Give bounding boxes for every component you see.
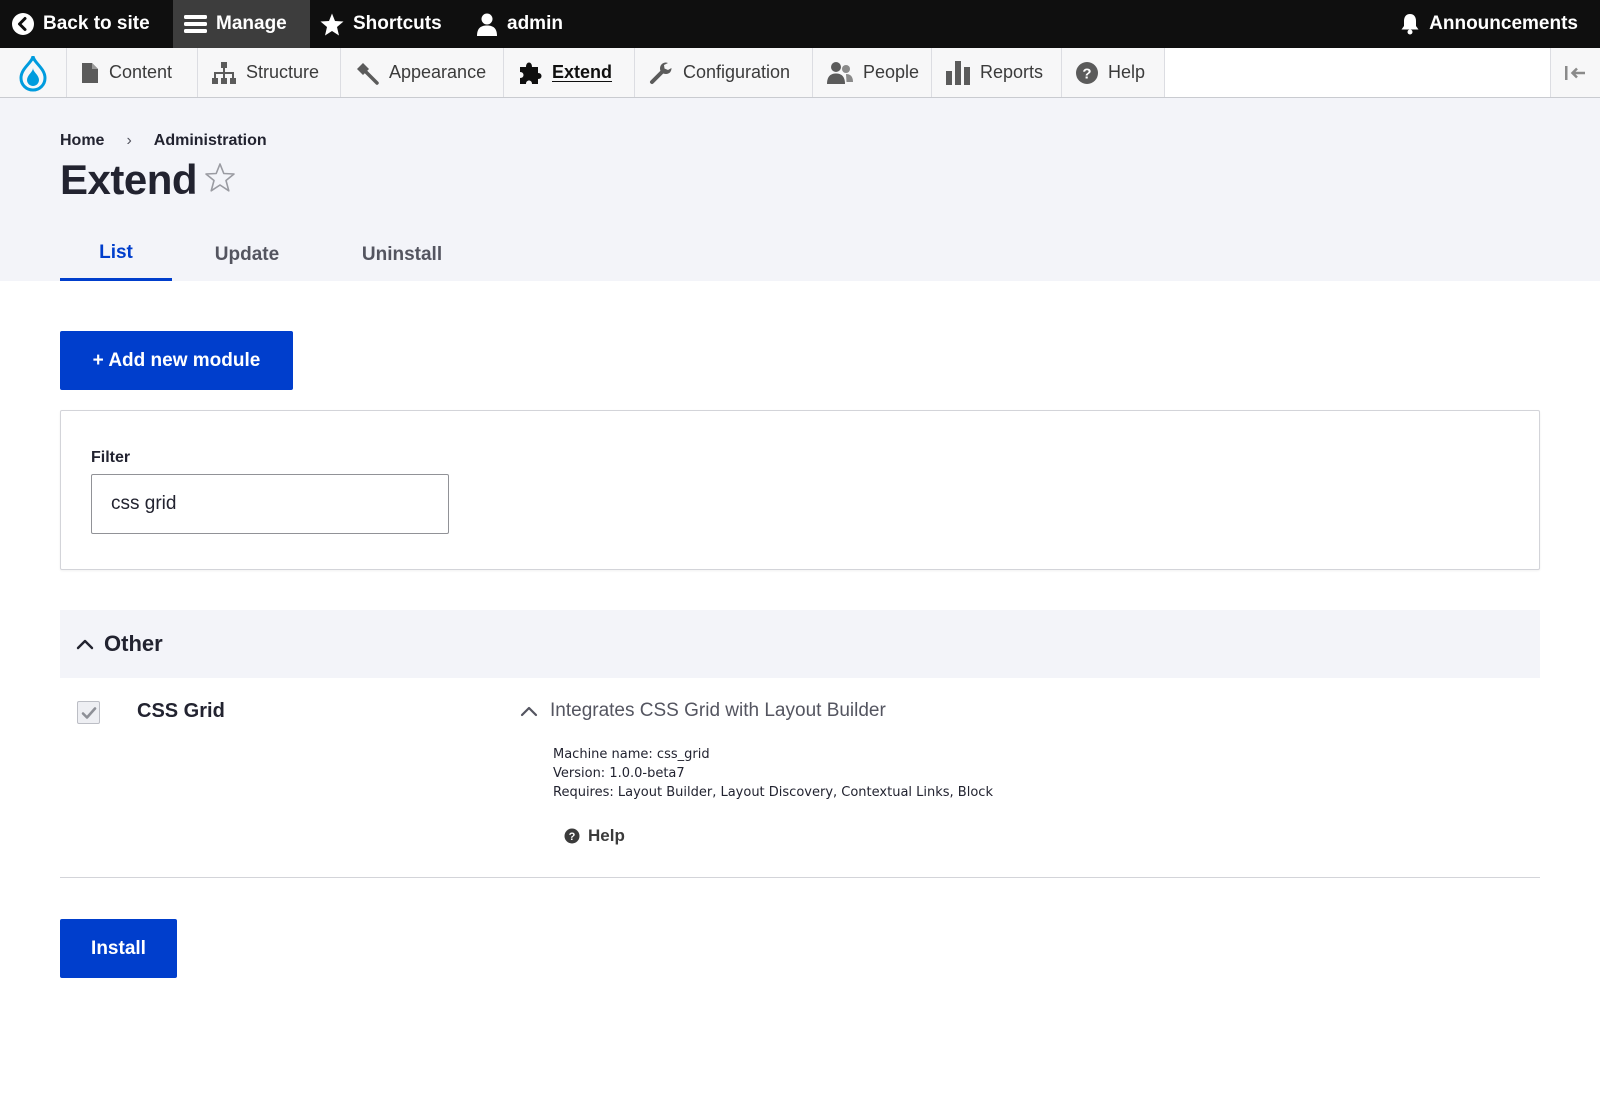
admin-tray: Content Structure Appearance Extend Conf… — [0, 48, 1600, 98]
tray-item-content[interactable]: Content — [67, 48, 198, 97]
module-name: CSS Grid — [137, 700, 225, 722]
tray-item-configuration[interactable]: Configuration — [635, 48, 813, 97]
user-icon — [476, 13, 498, 36]
tray-item-label: People — [863, 62, 920, 82]
user-tab[interactable]: admin — [476, 0, 563, 48]
tray-item-help[interactable]: ? Help — [1062, 48, 1165, 97]
tray-item-label: Content — [109, 62, 173, 82]
chevron-up-icon — [76, 639, 94, 650]
tray-orientation-toggle[interactable] — [1550, 48, 1600, 97]
chevron-up-icon — [520, 706, 538, 717]
module-version: Version: 1.0.0-beta7 — [553, 766, 685, 781]
tray-item-label: Appearance — [389, 62, 487, 82]
tray-item-reports[interactable]: Reports — [932, 48, 1062, 97]
primary-tabs: List Update Uninstall — [60, 228, 482, 281]
tray-item-label: Reports — [980, 62, 1044, 82]
breadcrumb-administration-link[interactable]: Administration — [154, 132, 267, 150]
star-icon — [320, 13, 344, 36]
tray-item-label: Structure — [246, 62, 320, 82]
tab-update[interactable]: Update — [172, 228, 322, 281]
drupal-logo[interactable] — [0, 48, 67, 97]
extend-icon — [518, 61, 542, 85]
filter-panel: Filter — [60, 410, 1540, 570]
tray-item-extend[interactable]: Extend — [504, 48, 635, 97]
tab-list[interactable]: List — [60, 228, 172, 281]
tray-item-label: Extend — [552, 62, 613, 82]
module-description: Integrates CSS Grid with Layout Builder — [550, 700, 886, 721]
admin-toolbar: Back to site Manage Shortcuts admin Anno… — [0, 0, 1600, 48]
manage-tab[interactable]: Manage — [173, 0, 310, 48]
breadcrumb-separator: › — [126, 132, 132, 149]
user-label: admin — [507, 13, 563, 34]
tray-item-label: Help — [1108, 62, 1146, 82]
svg-text:?: ? — [1082, 65, 1091, 82]
install-button[interactable]: Install — [60, 919, 177, 978]
module-help-link[interactable]: ? Help — [564, 826, 625, 846]
svg-text:?: ? — [569, 831, 576, 843]
page-header: Home › Administration Extend List Update… — [0, 98, 1600, 281]
bell-icon — [1400, 13, 1420, 35]
module-details: Machine name: css_grid Version: 1.0.0-be… — [553, 745, 993, 802]
announcements-label: Announcements — [1429, 13, 1578, 34]
shortcuts-label: Shortcuts — [353, 13, 442, 34]
module-group-label: Other — [104, 631, 163, 656]
divider — [60, 877, 1540, 878]
module-requires: Requires: Layout Builder, Layout Discove… — [553, 785, 993, 800]
announcements-tab[interactable]: Announcements — [1400, 0, 1578, 48]
hamburger-icon — [184, 14, 207, 34]
checkmark-icon — [81, 706, 96, 719]
tray-item-label: Configuration — [683, 62, 791, 82]
tray-item-people[interactable]: People — [813, 48, 932, 97]
people-icon — [827, 61, 853, 85]
module-group-other[interactable]: Other — [60, 610, 1540, 678]
appearance-icon — [355, 61, 379, 85]
back-to-site-link[interactable]: Back to site — [12, 0, 150, 48]
content-icon — [81, 62, 99, 84]
manage-label: Manage — [216, 13, 287, 34]
tray-item-appearance[interactable]: Appearance — [341, 48, 504, 97]
back-arrow-icon — [12, 13, 34, 35]
module-description-toggle[interactable]: Integrates CSS Grid with Layout Builder — [520, 700, 886, 722]
tab-uninstall[interactable]: Uninstall — [322, 228, 482, 281]
tray-item-structure[interactable]: Structure — [198, 48, 341, 97]
collapse-icon — [1564, 65, 1585, 80]
help-icon: ? — [564, 828, 580, 844]
add-shortcut-star-icon[interactable] — [204, 162, 236, 198]
breadcrumb-home-link[interactable]: Home — [60, 132, 104, 150]
module-checkbox-css-grid[interactable] — [77, 701, 100, 724]
module-machine-name: Machine name: css_grid — [553, 747, 710, 762]
back-to-site-label: Back to site — [43, 13, 150, 34]
structure-icon — [212, 61, 236, 84]
shortcuts-tab[interactable]: Shortcuts — [320, 0, 442, 48]
reports-icon — [946, 60, 970, 85]
filter-input[interactable] — [91, 474, 449, 534]
drupal-drop-icon — [19, 55, 47, 92]
wrench-icon — [649, 61, 673, 85]
add-new-module-button[interactable]: + Add new module — [60, 331, 293, 390]
filter-label: Filter — [91, 449, 131, 466]
page-title: Extend — [60, 156, 198, 203]
module-help-label: Help — [588, 826, 625, 845]
help-icon: ? — [1076, 61, 1098, 84]
breadcrumb: Home › Administration — [60, 132, 267, 150]
